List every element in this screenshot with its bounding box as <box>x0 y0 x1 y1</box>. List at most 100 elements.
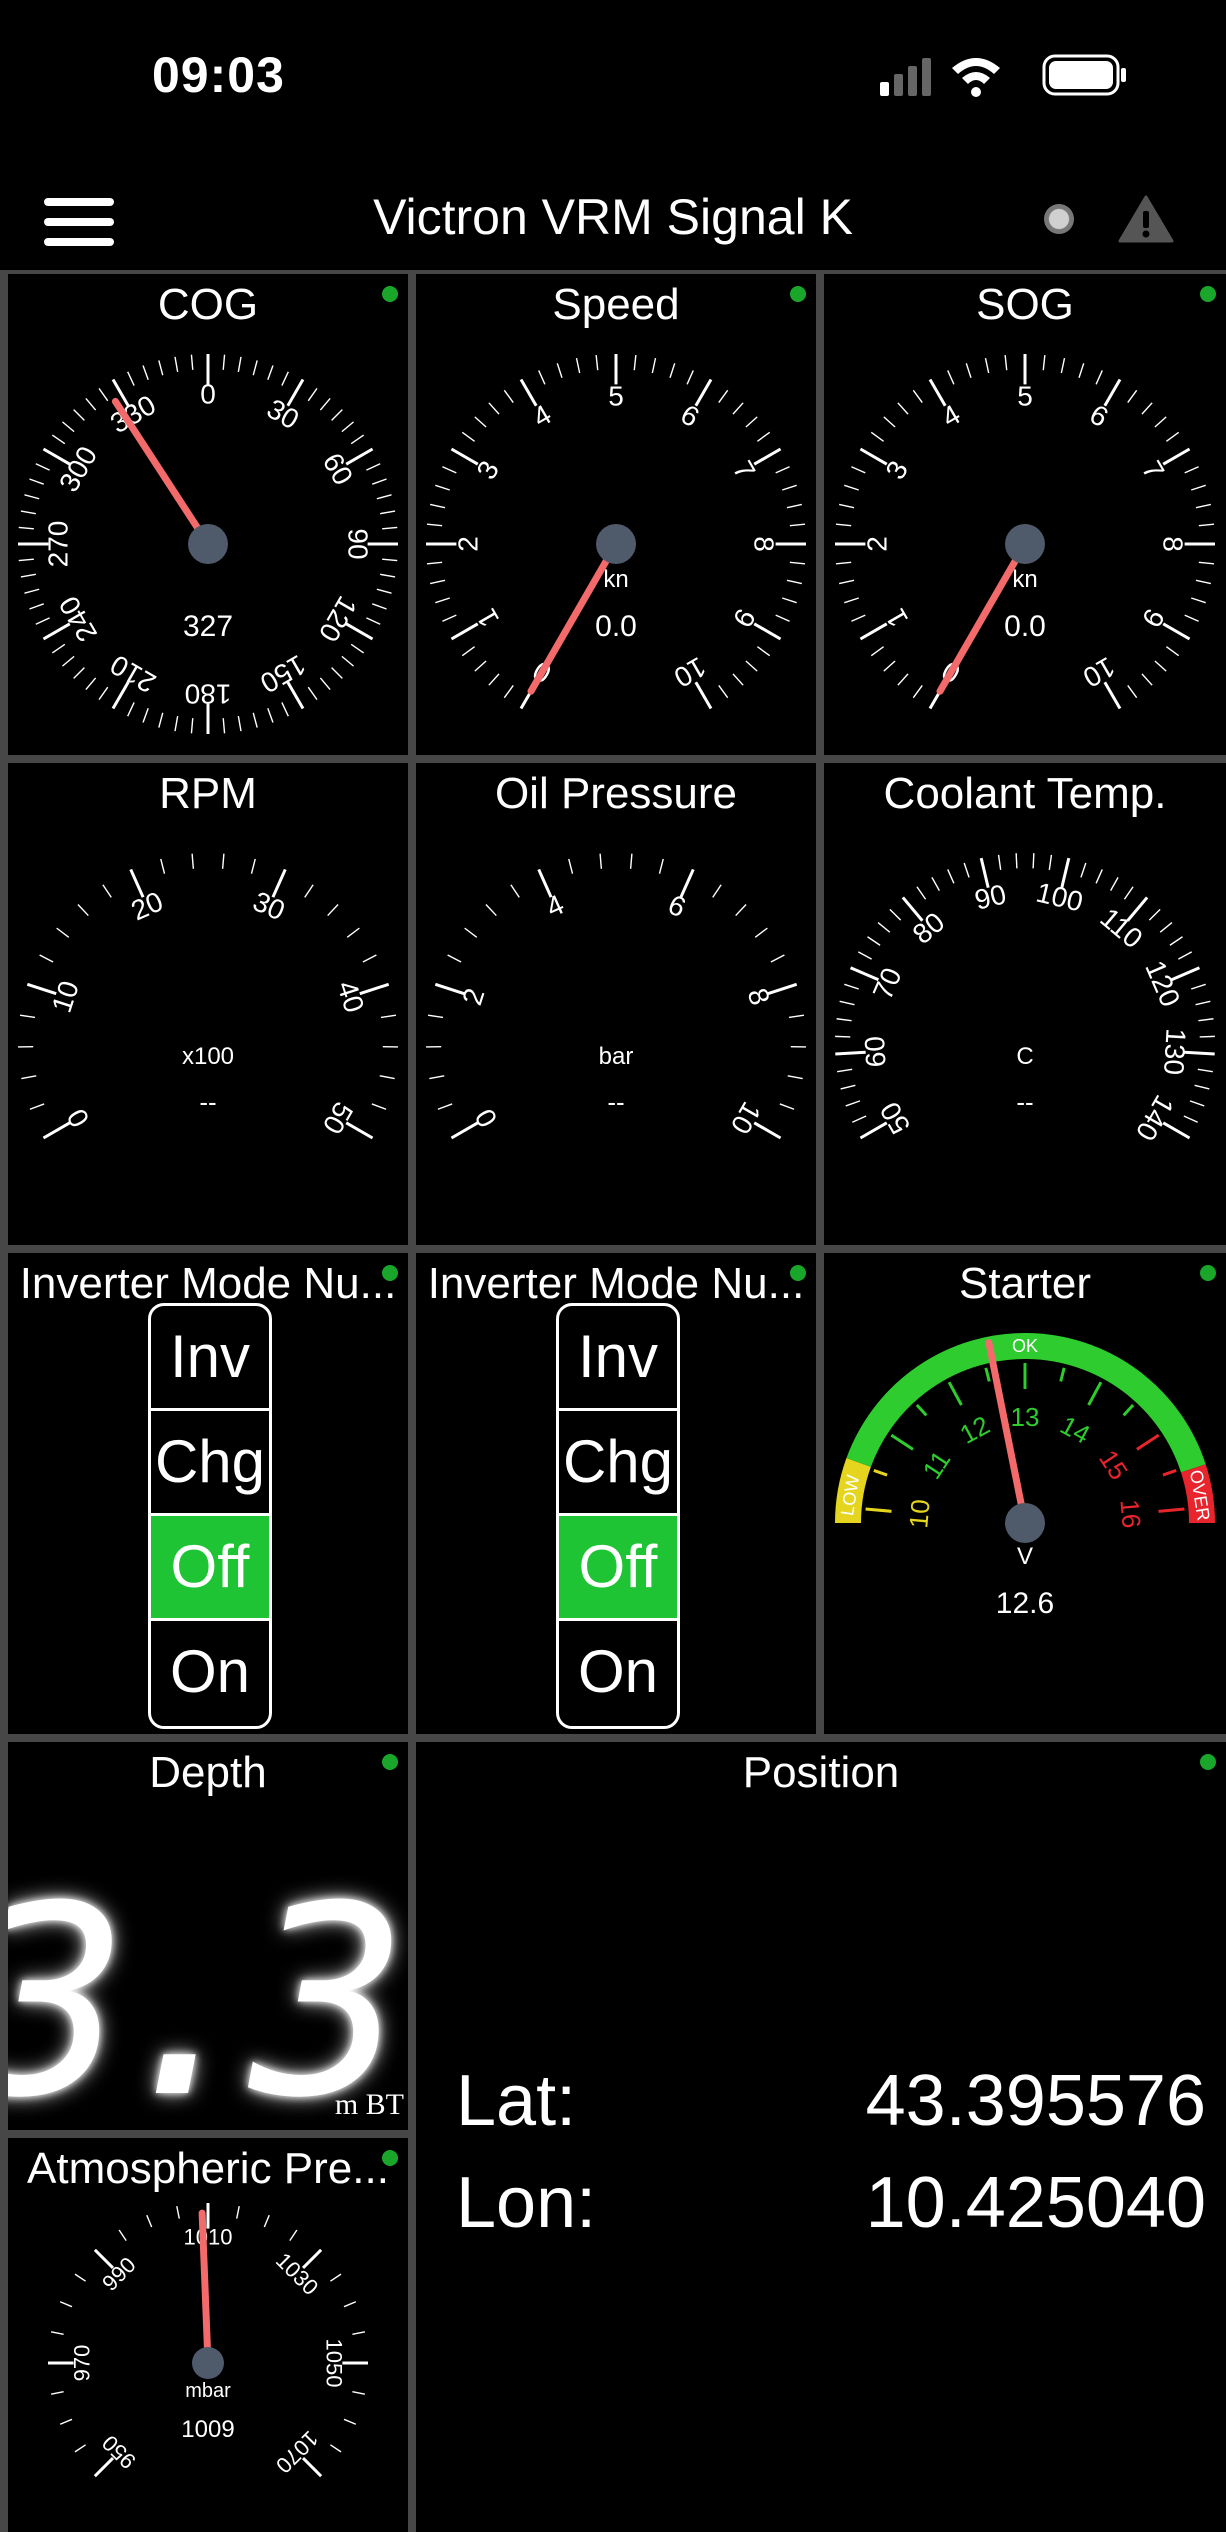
tick-label: 1010 <box>184 2225 233 2250</box>
tile-inverter-mode-1[interactable]: Inverter Mode Nu... Inv Chg Off On <box>8 1253 408 1734</box>
rpm-unit: x100 <box>181 1043 235 1070</box>
minor-tick <box>754 927 768 938</box>
tick-label: 90 <box>343 528 374 559</box>
minor-tick <box>51 434 66 445</box>
tile-depth[interactable]: Depth 3.3 m BT <box>8 1742 408 2130</box>
tile-cog[interactable]: COG 0 30 60 90 120 150 180 210 240 270 300 330 327 <box>8 274 408 755</box>
tick-label: 3 <box>471 456 506 485</box>
minor-tick <box>984 358 990 374</box>
depth-value: 3.3 <box>8 1850 408 2130</box>
pressure-unit: mbar <box>185 2380 231 2402</box>
minor-tick <box>1060 358 1066 374</box>
major-tick <box>1136 1433 1160 1451</box>
depth-unit: m BT <box>334 2088 404 2121</box>
tick-label: 6 <box>676 399 705 434</box>
tick-label: 5 <box>1017 381 1033 412</box>
tile-speed[interactable]: Speed 012345678910 kn 0.0 <box>416 274 816 755</box>
tile-position[interactable]: Position Lat: 43.395576 Lon: 10.425040 <box>416 1742 1226 2532</box>
major-tick <box>947 1381 963 1406</box>
sog-unit: kn <box>1012 566 1038 593</box>
tick-label: 60 <box>317 448 359 490</box>
mode-inv-button[interactable]: Inv <box>151 1306 269 1411</box>
minor-tick <box>252 712 258 728</box>
tick-label: 10 <box>1078 651 1120 693</box>
minor-tick <box>897 402 909 415</box>
minor-tick <box>835 561 852 565</box>
minor-tick <box>1198 1018 1214 1022</box>
minor-tick <box>176 2205 180 2219</box>
battery-icon <box>1042 54 1126 96</box>
minor-tick <box>745 416 758 428</box>
minor-tick <box>158 712 164 728</box>
tile-atmospheric-pressure[interactable]: Atmospheric Pre... 950 970 990 1010 1030 1050… <box>8 2138 408 2532</box>
mode-off-button[interactable]: Off <box>151 1516 269 1621</box>
minor-tick <box>221 853 225 869</box>
warning-icon[interactable] <box>1118 194 1174 244</box>
tick-label: 300 <box>53 441 103 497</box>
minor-tick <box>835 1035 851 1038</box>
minor-tick <box>1184 466 1199 474</box>
minor-tick <box>19 1014 36 1019</box>
minor-tick <box>488 673 500 686</box>
mode-chg-button[interactable]: Chg <box>559 1411 677 1516</box>
minor-tick <box>836 1018 852 1022</box>
minor-tick <box>376 494 392 500</box>
tile-sog[interactable]: SOG 012345678910 kn 0.0 <box>824 274 1226 755</box>
minor-tick <box>931 877 940 891</box>
minor-tick <box>633 354 637 371</box>
minor-tick <box>1110 877 1119 891</box>
minor-tick <box>1178 951 1193 960</box>
tick-label: 10 <box>669 651 711 693</box>
minor-tick <box>142 708 149 723</box>
minor-tick <box>29 478 44 485</box>
minor-tick <box>1122 1404 1135 1417</box>
mode-inv-button[interactable]: Inv <box>559 1306 677 1411</box>
tick-label: 4 <box>937 399 966 434</box>
oil-pressure-gauge: 024 6810 <box>426 853 806 1140</box>
tile-coolant-temp[interactable]: Coolant Temp. 50 60 70 80 90 100 110 120 130 140 … <box>824 763 1226 1245</box>
minor-tick <box>29 603 44 610</box>
tick-label: 7 <box>1136 456 1171 485</box>
minor-tick <box>963 862 970 878</box>
tick-label: 4 <box>528 399 557 434</box>
status-led <box>382 1754 398 1770</box>
gauge-hub <box>596 524 636 564</box>
minor-tick <box>782 484 797 491</box>
minor-tick <box>965 363 972 378</box>
minor-tick <box>442 466 457 474</box>
minor-tick <box>1169 936 1183 946</box>
minor-tick <box>1148 908 1161 921</box>
minor-tick <box>651 358 657 374</box>
mode-on-button[interactable]: On <box>559 1621 677 1726</box>
minor-tick <box>629 853 633 869</box>
minor-tick <box>877 922 891 933</box>
minor-tick <box>1198 561 1215 565</box>
tile-inverter-mode-2[interactable]: Inverter Mode Nu... Inv Chg Off On <box>416 1253 816 1734</box>
minor-tick <box>380 1014 397 1019</box>
minor-tick <box>997 854 1002 870</box>
tick-label: 180 <box>185 679 232 710</box>
tile-title: Depth <box>149 1748 267 1797</box>
tick-label: 210 <box>105 649 161 699</box>
connection-indicator-icon <box>1044 204 1074 234</box>
minor-tick <box>35 463 50 471</box>
minor-tick <box>190 718 194 734</box>
tick-label: 2 <box>862 536 893 552</box>
tile-rpm[interactable]: RPM 0 10 20 30 40 50 x100 -- <box>8 763 408 1245</box>
minor-tick <box>118 2229 127 2241</box>
zone-label: OK <box>1012 1336 1038 1356</box>
minor-tick <box>20 573 36 578</box>
minor-tick <box>102 884 112 898</box>
tick-label: 2 <box>453 536 484 552</box>
tick-label: 100 <box>1033 877 1086 918</box>
minor-tick <box>867 936 881 946</box>
minor-tick <box>350 643 365 654</box>
minor-tick <box>429 1075 445 1080</box>
mode-on-button[interactable]: On <box>151 1621 269 1726</box>
minor-tick <box>947 869 955 884</box>
minor-tick <box>447 954 462 963</box>
mode-chg-button[interactable]: Chg <box>151 1411 269 1516</box>
tile-starter[interactable]: Starter LOW OK OVER 10 11 12 13 14 15 16 V 12.6 <box>824 1253 1226 1734</box>
mode-off-button[interactable]: Off <box>559 1516 677 1621</box>
tile-oil-pressure[interactable]: Oil Pressure 0 2 4 6 8 10 bar -- <box>416 763 816 1245</box>
